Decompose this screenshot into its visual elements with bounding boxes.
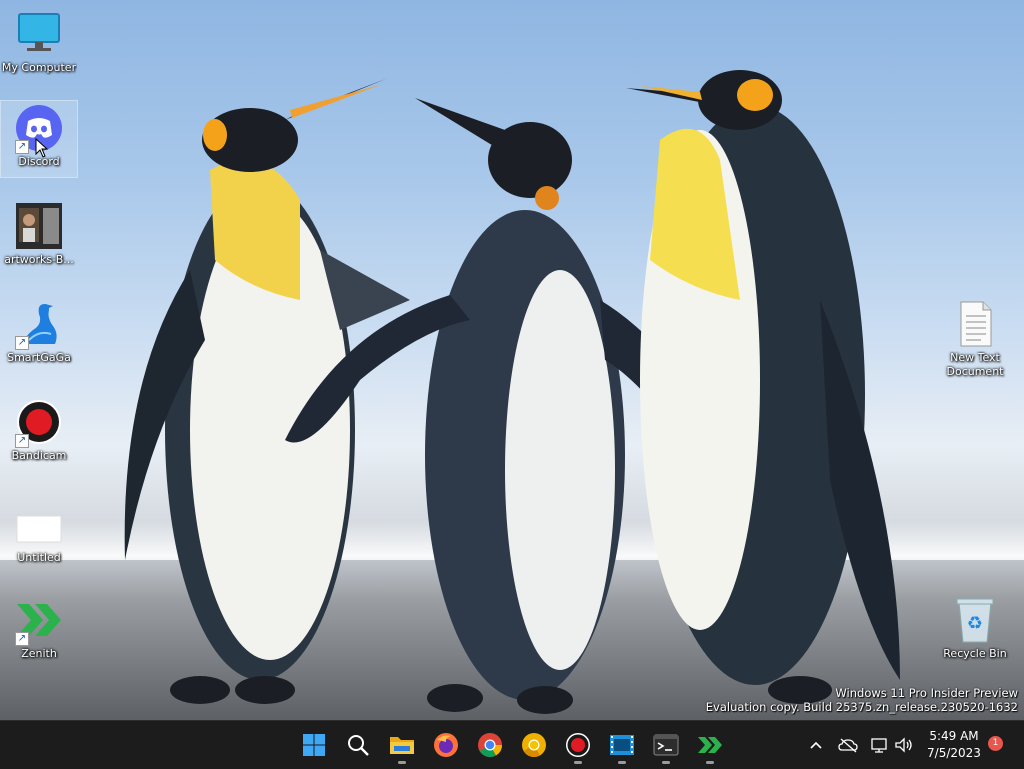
record-icon — [566, 733, 590, 757]
taskbar-app-terminal[interactable] — [646, 725, 686, 765]
running-indicator — [398, 761, 406, 764]
desktop-icon-label: SmartGaGa — [7, 351, 71, 364]
desktop-icon-label: My Computer — [1, 61, 77, 74]
watermark-build: Evaluation copy. Build 25375.zn_release.… — [705, 700, 1018, 714]
taskbar-app-chrome[interactable] — [470, 725, 510, 765]
taskbar: 5:49 AM 7/5/2023 — [0, 720, 1024, 769]
shortcut-arrow-icon: ↗ — [15, 336, 29, 350]
desktop-icon-label-line1: New Text — [950, 351, 1000, 364]
desktop-icon-artworks[interactable]: artworks-B... — [1, 202, 77, 267]
watermark-edition: Windows 11 Pro Insider Preview — [835, 686, 1018, 700]
windows-start-icon — [303, 734, 325, 756]
desktop-icon-new-text-document[interactable]: New Text Document — [937, 300, 1013, 379]
folder-icon — [390, 737, 414, 754]
running-indicator — [706, 761, 714, 764]
search-icon — [348, 735, 369, 756]
blank-file-icon — [15, 500, 63, 548]
tray-overflow-button[interactable] — [804, 721, 828, 769]
network-icon — [871, 738, 887, 753]
terminal-icon — [653, 734, 679, 756]
desktop-icon-label: Bandicam — [11, 449, 67, 462]
image-thumbnail-icon — [15, 202, 63, 250]
recycle-bin-icon: ♻ — [951, 596, 999, 644]
shortcut-arrow-icon: ↗ — [15, 434, 29, 448]
tray-onedrive-button[interactable] — [836, 721, 860, 769]
text-document-icon — [951, 300, 999, 348]
mouse-cursor-icon — [35, 138, 49, 158]
tray-volume-button[interactable] — [892, 721, 916, 769]
desktop-icon-untitled[interactable]: Untitled — [1, 500, 77, 565]
taskbar-search-button[interactable] — [338, 725, 378, 765]
desktop-icon-label: Untitled — [17, 551, 61, 564]
double-chevron-icon: ↗ — [15, 596, 63, 646]
chevron-up-icon — [810, 741, 822, 749]
desktop-icon-label: artworks-B... — [4, 253, 74, 266]
chrome-canary-icon — [522, 733, 546, 758]
svg-text:♻: ♻ — [967, 613, 983, 634]
cloud-offline-icon — [838, 738, 858, 753]
taskbar-app-video-editor[interactable] — [602, 725, 642, 765]
taskbar-app-file-explorer[interactable] — [382, 725, 422, 765]
shortcut-arrow-icon: ↗ — [15, 140, 29, 154]
desktop-background[interactable]: My Computer ↗ Discord artworks-B... ↗ Sm… — [0, 0, 1024, 720]
taskbar-clock[interactable]: 5:49 AM 7/5/2023 — [920, 728, 988, 762]
chrome-icon — [478, 733, 502, 758]
desktop-icon-bandicam[interactable]: ↗ Bandicam — [1, 398, 77, 463]
desktop-icon-label-line2: Document — [946, 365, 1004, 378]
running-indicator — [662, 761, 670, 764]
desktop-icon-discord[interactable]: ↗ Discord — [1, 104, 77, 169]
desktop-icon-smartgaga[interactable]: ↗ SmartGaGa — [1, 300, 77, 365]
taskbar-start-button[interactable] — [294, 725, 334, 765]
taskbar-app-bandicam[interactable] — [558, 725, 598, 765]
taskbar-app-chrome-canary[interactable] — [514, 725, 554, 765]
penguin-wallpaper — [124, 70, 900, 714]
double-chevron-icon — [698, 737, 722, 753]
tray-network-button[interactable] — [868, 721, 892, 769]
speaker-icon — [895, 737, 912, 753]
desktop-icon-zenith[interactable]: ↗ Zenith — [1, 596, 77, 661]
clock-time: 5:49 AM — [929, 729, 979, 743]
shortcut-arrow-icon: ↗ — [15, 632, 29, 646]
desktop-icon-label: Recycle Bin — [943, 647, 1007, 660]
notification-badge[interactable]: 1 — [988, 736, 1003, 751]
taskbar-app-zenith[interactable] — [690, 725, 730, 765]
taskbar-app-firefox[interactable] — [426, 725, 466, 765]
desktop-icon-recycle-bin[interactable]: ♻ Recycle Bin — [937, 596, 1013, 661]
monitor-icon — [15, 10, 63, 58]
running-indicator — [574, 761, 582, 764]
firefox-icon — [434, 733, 458, 757]
running-indicator — [618, 761, 626, 764]
desktop-icon-label: Zenith — [21, 647, 57, 660]
film-icon — [610, 735, 634, 755]
windows-watermark: Windows 11 Pro Insider Preview Evaluatio… — [706, 686, 1018, 714]
clock-date: 7/5/2023 — [927, 746, 981, 760]
swan-icon: ↗ — [15, 300, 63, 350]
desktop-icon-my-computer[interactable]: My Computer — [1, 10, 77, 75]
record-icon: ↗ — [15, 398, 63, 448]
